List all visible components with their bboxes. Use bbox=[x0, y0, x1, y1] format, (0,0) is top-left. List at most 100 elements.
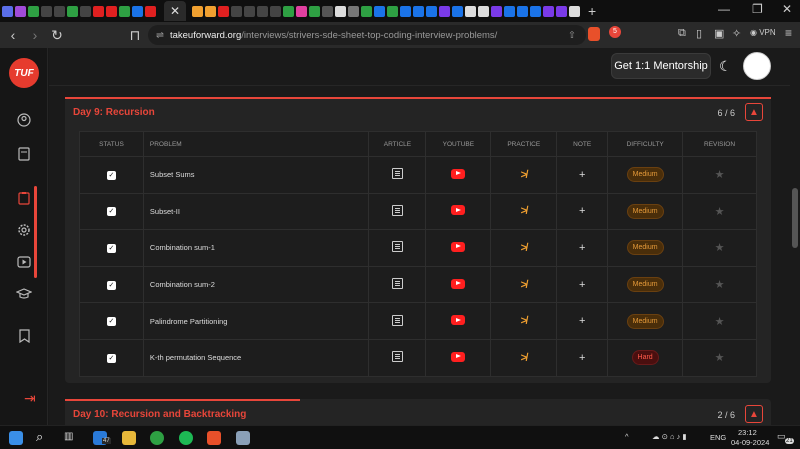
leo-icon[interactable]: ✧ bbox=[732, 27, 741, 40]
tab-favicon-icon[interactable] bbox=[465, 5, 476, 17]
tab-favicon-icon[interactable] bbox=[439, 5, 450, 17]
revision-star-icon[interactable]: ★ bbox=[715, 206, 725, 218]
tab-favicon-icon[interactable] bbox=[231, 5, 242, 17]
tab-favicon-icon[interactable] bbox=[348, 5, 359, 17]
tab-favicon-icon[interactable] bbox=[119, 5, 130, 17]
youtube-icon[interactable] bbox=[451, 315, 466, 326]
scrollbar-thumb[interactable] bbox=[792, 188, 798, 248]
tab-favicon-icon[interactable] bbox=[504, 5, 515, 17]
status-checkbox[interactable]: ✓ bbox=[106, 317, 116, 327]
problem-link[interactable]: Subset-II bbox=[150, 207, 180, 216]
article-icon[interactable] bbox=[391, 204, 403, 216]
wallet-icon[interactable]: ▣ bbox=[714, 27, 724, 40]
revision-star-icon[interactable]: ★ bbox=[715, 352, 725, 364]
brave-shield-icon[interactable] bbox=[588, 27, 600, 41]
url-field[interactable]: ⇌ takeuforward.org /interviews/strivers-… bbox=[148, 25, 586, 45]
tab-favicon-icon[interactable] bbox=[283, 5, 294, 17]
status-checkbox[interactable]: ✓ bbox=[106, 280, 116, 290]
spotify-icon[interactable] bbox=[179, 431, 193, 445]
add-note-plus-icon[interactable]: + bbox=[579, 205, 585, 217]
tab-favicon-icon[interactable] bbox=[67, 5, 78, 17]
tab-favicon-icon[interactable] bbox=[93, 5, 104, 17]
page-scrollbar[interactable] bbox=[790, 48, 800, 425]
tab-favicon-icon[interactable] bbox=[530, 5, 541, 17]
section-title[interactable]: Day 9: Recursion bbox=[73, 107, 155, 118]
courses-cap-icon[interactable] bbox=[14, 284, 34, 304]
close-window-icon[interactable]: ✕ bbox=[782, 2, 792, 16]
tab-favicon-icon[interactable] bbox=[41, 5, 52, 17]
site-info-icon[interactable]: ⇌ bbox=[156, 30, 164, 41]
share-icon[interactable]: ⇧ bbox=[568, 30, 576, 41]
collapse-chevron-up-icon[interactable]: ▲ bbox=[745, 103, 763, 121]
reload-icon[interactable]: ↻ bbox=[48, 27, 66, 44]
article-icon[interactable] bbox=[391, 351, 403, 363]
back-icon[interactable]: ‹ bbox=[4, 27, 22, 43]
tab-favicon-icon[interactable] bbox=[335, 5, 346, 17]
bookmark-icon[interactable]: ⊓ bbox=[126, 27, 144, 44]
practice-icon[interactable]: ≯ bbox=[521, 242, 527, 254]
tab-favicon-icon[interactable] bbox=[387, 5, 398, 17]
restore-icon[interactable]: ❐ bbox=[752, 2, 763, 16]
problem-link[interactable]: Combination sum-2 bbox=[150, 280, 215, 289]
extensions-icon[interactable]: ⧉ bbox=[678, 27, 686, 40]
youtube-icon[interactable] bbox=[451, 205, 466, 216]
active-tab-close-icon[interactable]: ✕ bbox=[164, 1, 186, 21]
practice-icon[interactable]: ≯ bbox=[521, 205, 527, 217]
revision-star-icon[interactable]: ★ bbox=[715, 242, 725, 254]
tab-favicon-icon[interactable] bbox=[205, 5, 216, 17]
status-checkbox[interactable]: ✓ bbox=[106, 170, 116, 180]
problem-link[interactable]: Combination sum-1 bbox=[150, 243, 215, 252]
tab-favicon-icon[interactable] bbox=[192, 5, 203, 17]
video-icon[interactable] bbox=[14, 252, 34, 272]
vpn-button[interactable]: ◉ VPN bbox=[750, 28, 776, 37]
tab-favicon-icon[interactable] bbox=[478, 5, 489, 17]
search-icon[interactable]: ⌕ bbox=[36, 429, 43, 445]
youtube-icon[interactable] bbox=[451, 351, 466, 362]
menu-icon[interactable]: ≡ bbox=[785, 26, 792, 40]
tab-favicon-icon[interactable] bbox=[361, 5, 372, 17]
dark-mode-moon-icon[interactable]: ☾ bbox=[719, 58, 732, 75]
language-indicator[interactable]: ENG bbox=[710, 433, 726, 442]
windows-start-icon[interactable] bbox=[9, 431, 23, 445]
tab-favicon-icon[interactable] bbox=[28, 5, 39, 17]
article-icon[interactable] bbox=[391, 278, 403, 290]
tab-favicon-icon[interactable] bbox=[556, 5, 567, 17]
collapse-chevron-up-icon[interactable]: ▲ bbox=[745, 405, 763, 423]
add-note-plus-icon[interactable]: + bbox=[579, 279, 585, 291]
status-checkbox[interactable]: ✓ bbox=[106, 207, 116, 217]
tab-favicon-icon[interactable] bbox=[132, 5, 143, 17]
logout-icon[interactable]: ⇥ bbox=[24, 390, 36, 407]
tuf-logo[interactable]: TUF bbox=[9, 58, 39, 88]
clock-date[interactable]: 04-09-2024 bbox=[731, 438, 769, 447]
tab-favicon-icon[interactable] bbox=[426, 5, 437, 17]
settings-gear-icon[interactable] bbox=[14, 220, 34, 240]
tab-favicon-icon[interactable] bbox=[244, 5, 255, 17]
youtube-icon[interactable] bbox=[451, 278, 466, 289]
article-icon[interactable] bbox=[391, 168, 403, 180]
tab-favicon-icon[interactable] bbox=[413, 5, 424, 17]
app-icon[interactable] bbox=[236, 431, 250, 445]
task-view-icon[interactable]: ▥ bbox=[64, 431, 73, 442]
tab-favicon-icon[interactable] bbox=[2, 5, 13, 17]
tab-favicon-icon[interactable] bbox=[374, 5, 385, 17]
tab-favicon-icon[interactable] bbox=[517, 5, 528, 17]
tray-chevron-up-icon[interactable]: ^ bbox=[625, 432, 629, 441]
revision-star-icon[interactable]: ★ bbox=[715, 279, 725, 291]
article-icon[interactable] bbox=[391, 241, 403, 253]
rewards-badge[interactable]: 5 bbox=[609, 26, 621, 38]
add-note-plus-icon[interactable]: + bbox=[579, 352, 585, 364]
status-checkbox[interactable]: ✓ bbox=[106, 243, 116, 253]
problem-link[interactable]: Subset Sums bbox=[150, 170, 195, 179]
tab-favicon-icon[interactable] bbox=[80, 5, 91, 17]
youtube-icon[interactable] bbox=[451, 241, 466, 252]
avatar[interactable] bbox=[743, 52, 771, 80]
tab-favicon-icon[interactable] bbox=[491, 5, 502, 17]
mentorship-button[interactable]: Get 1:1 Mentorship bbox=[611, 53, 711, 79]
problem-link[interactable]: Palindrome Partitioning bbox=[150, 317, 228, 326]
minimize-icon[interactable]: — bbox=[718, 2, 730, 16]
tab-favicon-icon[interactable] bbox=[400, 5, 411, 17]
tab-favicon-icon[interactable] bbox=[257, 5, 268, 17]
tab-favicon-icon[interactable] bbox=[309, 5, 320, 17]
add-note-plus-icon[interactable]: + bbox=[579, 169, 585, 181]
chrome-icon[interactable] bbox=[150, 431, 164, 445]
